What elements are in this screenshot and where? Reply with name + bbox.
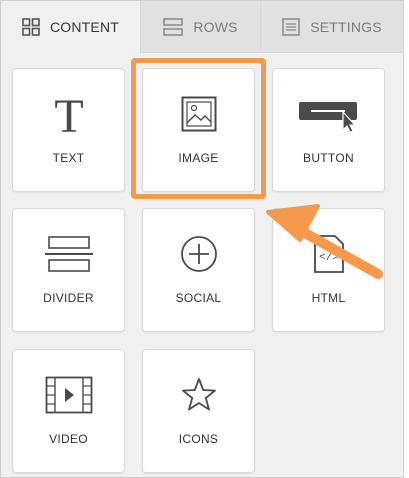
block-text-label: TEXT: [52, 151, 85, 165]
block-image[interactable]: IMAGE: [142, 68, 255, 192]
content-panel: CONTENT ROWS SETTINGS T TEXT IMAGE BUTTO…: [0, 0, 404, 478]
tab-content[interactable]: CONTENT: [1, 1, 141, 54]
video-icon: [13, 372, 124, 418]
block-button[interactable]: BUTTON: [272, 68, 385, 192]
block-icons[interactable]: ICONS: [142, 349, 255, 473]
block-video[interactable]: VIDEO: [12, 349, 125, 473]
rows-icon: [163, 18, 184, 36]
image-icon: [143, 91, 254, 137]
block-html-label: HTML: [311, 291, 346, 305]
tab-rows[interactable]: ROWS: [141, 1, 261, 53]
block-divider-label: DIVIDER: [43, 291, 94, 305]
tab-content-label: CONTENT: [49, 19, 120, 35]
block-social[interactable]: SOCIAL: [142, 208, 255, 332]
svg-text:</>: </>: [319, 252, 339, 264]
block-video-label: VIDEO: [49, 432, 88, 446]
button-icon: [273, 91, 384, 137]
block-button-label: BUTTON: [303, 151, 354, 165]
star-icon: [143, 372, 254, 418]
block-text[interactable]: T TEXT: [12, 68, 125, 192]
settings-icon: [282, 18, 300, 36]
social-plus-icon: [143, 231, 254, 277]
panel-tabs: CONTENT ROWS SETTINGS: [1, 1, 403, 54]
tab-settings[interactable]: SETTINGS: [261, 1, 403, 53]
block-image-label: IMAGE: [178, 151, 219, 165]
block-icons-label: ICONS: [178, 432, 219, 446]
tab-rows-label: ROWS: [193, 19, 238, 35]
svg-text:T: T: [54, 92, 83, 136]
grid-icon: [22, 18, 40, 36]
tab-settings-label: SETTINGS: [310, 19, 382, 35]
text-icon: T: [13, 91, 124, 137]
divider-icon: [13, 231, 124, 277]
html-code-icon: </>: [273, 231, 384, 277]
block-divider[interactable]: DIVIDER: [12, 208, 125, 332]
block-html[interactable]: </> HTML: [272, 208, 385, 332]
block-social-label: SOCIAL: [175, 291, 222, 305]
